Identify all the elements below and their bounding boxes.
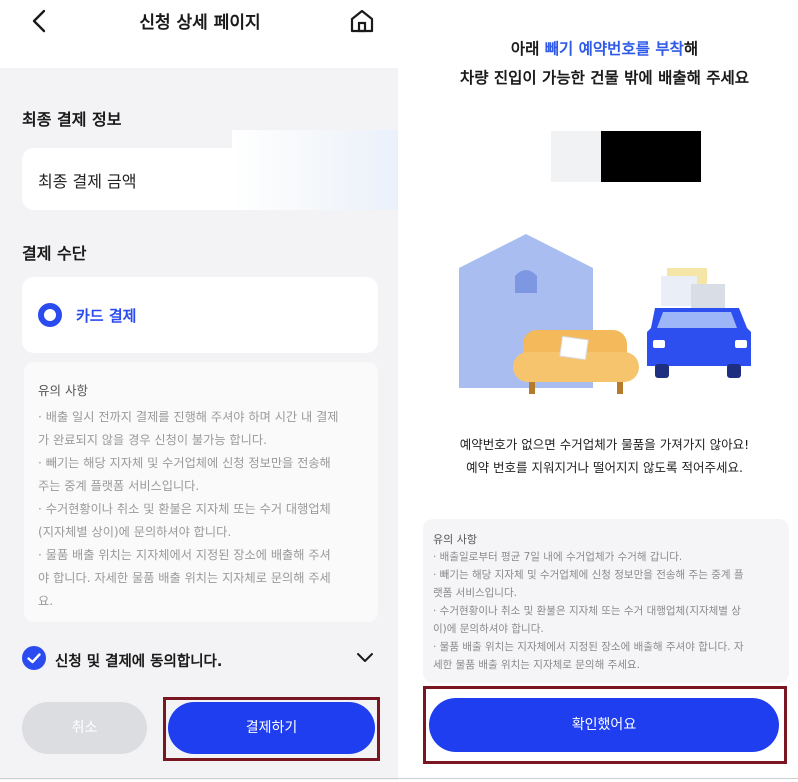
notice-line: (지자체별 상이)에 문의하셔야 합니다.: [38, 525, 232, 539]
agree-label[interactable]: 신청 및 결제에 동의합니다.: [55, 650, 222, 671]
agree-checkbox[interactable]: [22, 646, 46, 670]
notice-line: 주는 중계 플랫폼 서비스입니다.: [38, 479, 200, 493]
house-sofa-truck-illustration: [459, 234, 751, 394]
final-amount-label: 최종 결제 금액: [38, 172, 137, 191]
card-payment-label: 카드 결제: [76, 307, 137, 325]
notice-box: 유의 사항 · 배출일로부터 평균 7일 내에 수거업체가 수거해 갑니다. ·…: [423, 519, 789, 683]
payment-method-section-title: 결제 수단: [22, 244, 87, 263]
masked-amount: [232, 130, 398, 210]
warning-line1: 예약번호가 없으면 수거업체가 물품을 가져가지 않아요!: [459, 437, 750, 452]
notice-line: · 배출일로부터 평균 7일 내에 수거업체가 수거해 갑니다.: [433, 551, 683, 563]
home-icon[interactable]: [349, 8, 375, 34]
page-title: 신청 상세 페이지: [139, 13, 261, 33]
notice-line: 세한 물품 배출 위치는 지자체로 문의해 주세요.: [433, 659, 640, 671]
notice-line: · 빼기는 해당 지자체 및 수거업체에 신청 정보만을 전송해: [38, 456, 331, 470]
header: 신청 상세 페이지: [0, 0, 400, 68]
notice-line: 가 완료되지 않을 경우 신청이 불가능 합니다.: [38, 433, 267, 447]
headline-line1: 아래 빼기 예약번호를 부착해: [411, 37, 798, 59]
notice-line: 랫폼 서비스입니다.: [433, 587, 517, 599]
notice-line: · 빼기는 해당 지자체 및 수거업체에 신청 정보만을 전송해 주는 중계 플: [433, 569, 744, 581]
notice-box: 유의 사항 · 배출 일시 전까지 결제를 진행해 주셔야 하며 시간 내 결제…: [24, 362, 378, 622]
highlight-box: [423, 686, 787, 764]
check-icon: [27, 653, 41, 664]
warning-line2: 예약 번호를 지워지거나 떨어지지 않도록 적어주세요.: [466, 460, 743, 475]
notice-line: · 수거현황이나 취소 및 환불은 지자체 또는 수거 대행업체: [38, 502, 331, 516]
payment-detail-screen: 신청 상세 페이지 최종 결제 정보 최종 결제 금액 결제 수단 카드 결제 …: [0, 0, 400, 782]
cancel-button[interactable]: 취소: [22, 702, 147, 754]
highlight-box: [163, 697, 380, 761]
notice-line: 요.: [38, 594, 54, 608]
notice-line: · 물품 배출 위치는 지자체에서 지정된 장소에 배출해 주셔야 합니다. 자: [433, 641, 744, 653]
notice-title: 유의 사항: [38, 383, 88, 398]
headline-line2: 차량 진입이 가능한 건물 밖에 배출해 주세요: [459, 69, 750, 87]
headline-prefix: 아래: [510, 40, 545, 58]
chevron-down-icon[interactable]: [355, 650, 375, 666]
notice-line: 야 합니다. 자세한 물품 배출 위치는 지자체로 문의해 주세: [38, 571, 331, 585]
headline-accent: 빼기 예약번호를 부착: [544, 40, 684, 58]
notice-line: 이)에 문의하셔야 합니다.: [433, 623, 544, 635]
notice-line: · 물품 배출 위치는 지자체에서 지정된 장소에 배출해 주셔: [38, 548, 331, 562]
reservation-number-masked: [551, 131, 601, 182]
card-payment-option[interactable]: 카드 결제: [22, 277, 378, 353]
reservation-number-redacted: [601, 131, 701, 182]
headline-suffix: 해: [683, 40, 699, 58]
reservation-guide-screen: 아래 빼기 예약번호를 부착해 차량 진입이 가능한 건물 밖에 배출해 주세요…: [411, 0, 798, 782]
notice-title: 유의 사항: [433, 533, 477, 546]
divider: [0, 778, 798, 779]
notice-line: · 배출 일시 전까지 결제를 진행해 주셔야 하며 시간 내 결제: [38, 410, 339, 424]
radio-selected-icon[interactable]: [38, 303, 62, 327]
final-payment-section-title: 최종 결제 정보: [22, 110, 122, 129]
notice-line: · 수거현황이나 취소 및 환불은 지자체 또는 수거 대행업체(지자체별 상: [433, 605, 741, 617]
